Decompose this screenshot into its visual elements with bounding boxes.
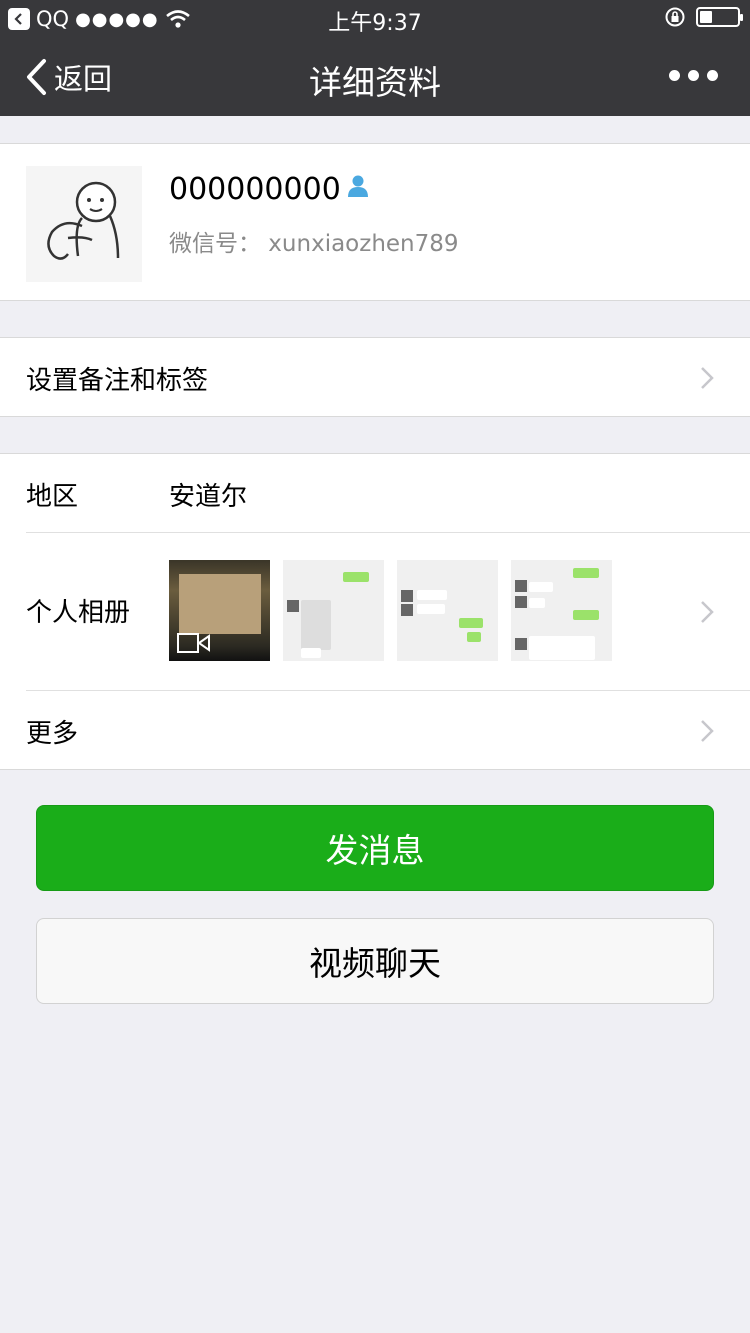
set-remarks-and-tags-row[interactable]: 设置备注和标签 xyxy=(0,337,750,417)
status-bar: QQ ●●●●● 上午9:37 xyxy=(0,0,750,38)
personal-album-row[interactable]: 个人相册 xyxy=(0,534,750,690)
more-row[interactable]: 更多 xyxy=(0,691,750,769)
chevron-right-icon xyxy=(700,719,714,743)
remarks-label: 设置备注和标签 xyxy=(26,366,209,396)
album-label: 个人相册 xyxy=(26,598,131,628)
info-card: 地区 安道尔 个人相册 更多 xyxy=(0,453,750,770)
video-chat-button[interactable]: 视频聊天 xyxy=(36,918,714,1004)
status-time: 上午9:37 xyxy=(328,11,422,36)
more-options-icon[interactable] xyxy=(669,70,718,81)
album-thumbnail[interactable] xyxy=(397,560,498,661)
album-thumbnails xyxy=(169,560,612,661)
avatar[interactable] xyxy=(26,166,142,282)
orientation-lock-icon xyxy=(665,7,685,27)
battery-icon xyxy=(696,7,743,27)
divider xyxy=(26,532,750,533)
region-value: 安道尔 xyxy=(169,482,248,512)
region-row: 地区 安道尔 xyxy=(0,454,750,532)
video-icon xyxy=(177,633,210,653)
album-thumbnail-video[interactable] xyxy=(169,560,270,661)
wechat-id: 微信号： xunxiaozhen789 xyxy=(169,231,459,257)
album-thumbnail[interactable] xyxy=(283,560,384,661)
more-label: 更多 xyxy=(26,719,79,749)
nav-bar: 返回 详细资料 xyxy=(0,38,750,116)
name-row: 000000000 xyxy=(169,172,371,207)
album-thumbnail[interactable] xyxy=(511,560,612,661)
chevron-right-icon xyxy=(700,366,714,390)
send-message-button[interactable]: 发消息 xyxy=(36,805,714,891)
profile-name: 000000000 xyxy=(169,172,341,207)
gender-person-icon xyxy=(345,172,371,207)
region-label: 地区 xyxy=(26,482,79,512)
page-title: 详细资料 xyxy=(309,63,441,102)
top-bar: QQ ●●●●● 上午9:37 返回 详细资料 xyxy=(0,0,750,116)
chevron-right-icon xyxy=(700,600,714,624)
profile-card: 000000000 微信号： xunxiaozhen789 xyxy=(0,143,750,301)
status-right xyxy=(664,6,743,28)
